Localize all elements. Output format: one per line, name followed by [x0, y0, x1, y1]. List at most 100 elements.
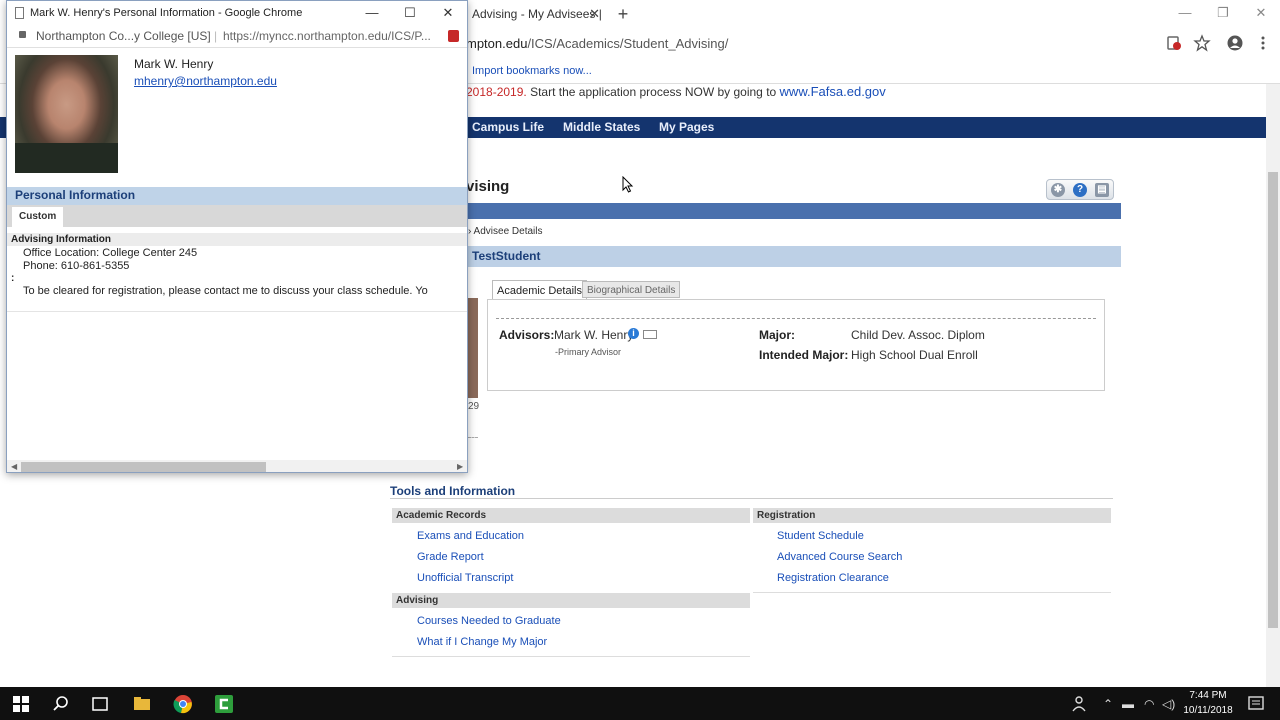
advising-info-title: Advising Information [11, 234, 111, 245]
tab-strip [7, 205, 467, 227]
fafsa-year: 2018-2019. [466, 85, 527, 99]
divider [7, 311, 467, 312]
task-view-icon[interactable] [89, 693, 111, 715]
divider [468, 437, 478, 438]
scrollbar-thumb[interactable] [1268, 172, 1278, 628]
tab-advising[interactable]: Advising - My Advisees | ✕ [462, 0, 608, 28]
link-what-if-i-change-my-major[interactable]: What if I Change My Major [417, 636, 547, 648]
tab-biographical-details[interactable]: Biographical Details [582, 281, 681, 298]
person-email-link[interactable]: mhenry@northampton.edu [134, 74, 277, 88]
minimize-icon[interactable]: — [1166, 0, 1204, 28]
notifications-icon[interactable] [1245, 693, 1267, 715]
people-icon[interactable] [1070, 693, 1092, 715]
divider [390, 498, 1113, 499]
link-courses-needed-to-graduate[interactable]: Courses Needed to Graduate [417, 615, 561, 627]
help-icon[interactable]: ? [1073, 183, 1087, 197]
nav-my-pages[interactable]: My Pages [659, 120, 714, 134]
link-registration-clearance[interactable]: Registration Clearance [777, 572, 889, 584]
new-tab-button[interactable]: + [612, 4, 634, 24]
divider [753, 592, 1111, 593]
camtasia-icon[interactable] [213, 693, 235, 715]
person-name: Mark W. Henry [134, 57, 214, 71]
clock-date[interactable]: 10/11/2018 [1179, 705, 1237, 716]
close-icon[interactable]: ✕ [433, 3, 463, 23]
url-separator: | [214, 29, 218, 43]
popup-site-name: Northampton Co...y College [US] [36, 29, 211, 43]
intended-major-value: High School Dual Enroll [851, 348, 978, 362]
blocked-content-icon[interactable] [448, 30, 459, 42]
advisor-name: Mark W. Henry [554, 328, 634, 342]
mouse-cursor-icon [622, 176, 634, 193]
tab-custom[interactable]: Custom [12, 207, 64, 227]
menu-kebab-icon[interactable] [1254, 34, 1272, 52]
link-advanced-course-search[interactable]: Advanced Course Search [777, 551, 902, 563]
photo-caption: 29 [468, 401, 480, 412]
link-student-schedule[interactable]: Student Schedule [777, 530, 864, 542]
link-grade-report[interactable]: Grade Report [417, 551, 484, 563]
page-icon [15, 7, 24, 19]
address-url[interactable]: mpton.edu/ICS/Academics/Student_Advising… [466, 36, 728, 51]
scroll-left-arrow-icon[interactable]: ◀ [11, 460, 17, 472]
avatar-shirt [15, 143, 118, 173]
wifi-icon[interactable]: ◠ [1144, 697, 1154, 711]
field-label: : [11, 273, 15, 284]
link-exams-and-education[interactable]: Exams and Education [417, 530, 524, 542]
student-name: TestStudent [472, 249, 541, 263]
print-icon[interactable]: ▤ [1095, 183, 1109, 197]
link-unofficial-transcript[interactable]: Unofficial Transcript [417, 572, 513, 584]
maximize-icon[interactable]: ❐ [1204, 0, 1242, 28]
tab-title: Advising - My Advisees | [472, 7, 602, 21]
tools-title: Tools and Information [390, 484, 516, 498]
info-icon[interactable]: i [628, 328, 639, 339]
portlet-toolbar: ✱ ? ▤ [1046, 179, 1114, 200]
intended-major-label: Intended Major: [759, 348, 849, 362]
advising-heading: Advising [392, 593, 750, 608]
blocked-content-icon[interactable] [1165, 34, 1183, 52]
battery-icon[interactable]: ▬ [1122, 697, 1134, 711]
office-location: Office Location: College Center 245 [23, 247, 198, 259]
chrome-icon[interactable] [172, 693, 194, 715]
divider [496, 318, 1096, 319]
advisors-label: Advisors: [499, 328, 555, 342]
advising-note: To be cleared for registration, please c… [23, 285, 428, 297]
bookmark-star-icon[interactable] [1193, 34, 1211, 52]
breadcrumb[interactable]: › Advisee Details [468, 226, 542, 237]
popup-url[interactable]: https://myncc.northampton.edu/ICS/P... [223, 29, 431, 43]
academic-records-heading: Academic Records [392, 508, 750, 523]
advisor-role: -Primary Advisor [555, 347, 622, 357]
student-header-bar [466, 246, 1121, 267]
nav-campus-life[interactable]: Campus Life [472, 120, 544, 134]
settings-gear-icon[interactable]: ✱ [1051, 183, 1065, 197]
fafsa-link[interactable]: www.Fafsa.ed.gov [780, 84, 886, 99]
divider [392, 656, 750, 657]
import-bookmarks-link[interactable]: Import bookmarks now... [472, 65, 592, 77]
scrollbar-thumb[interactable] [21, 462, 266, 472]
nav-middle-states[interactable]: Middle States [563, 120, 640, 134]
academic-details-panel [487, 299, 1105, 391]
chevron-up-icon[interactable]: ⌃ [1103, 697, 1113, 711]
phone-number: Phone: 610-861-5355 [23, 260, 130, 272]
file-explorer-icon[interactable] [131, 693, 153, 715]
maximize-icon[interactable]: ☐ [395, 3, 425, 23]
personal-info-popup-window: Mark W. Henry's Personal Information - G… [6, 0, 468, 473]
major-label: Major: [759, 328, 795, 342]
registration-heading: Registration [753, 508, 1111, 523]
scroll-right-arrow-icon[interactable]: ▶ [457, 460, 463, 472]
windows-start-icon[interactable] [10, 693, 32, 715]
fafsa-notice: 2018-2019. Start the application process… [466, 84, 886, 99]
minimize-icon[interactable]: — [357, 3, 387, 23]
email-icon[interactable] [643, 330, 657, 339]
close-icon[interactable]: ✕ [1242, 0, 1280, 28]
lock-icon [19, 31, 26, 38]
portlet-header-bar [466, 203, 1121, 219]
clock-time[interactable]: 7:44 PM [1183, 690, 1233, 701]
search-icon[interactable] [50, 693, 72, 715]
url-path: /ICS/Academics/Student_Advising/ [527, 36, 729, 51]
popup-window-title: Mark W. Henry's Personal Information - G… [30, 7, 303, 19]
profile-icon[interactable] [1226, 34, 1244, 52]
page-title: vising [466, 178, 510, 195]
fafsa-text: Start the application process NOW by goi… [530, 85, 777, 99]
tab-close-icon[interactable]: ✕ [589, 0, 600, 28]
volume-icon[interactable]: ◁) [1162, 697, 1175, 711]
tab-academic-details[interactable]: Academic Details [492, 280, 587, 300]
